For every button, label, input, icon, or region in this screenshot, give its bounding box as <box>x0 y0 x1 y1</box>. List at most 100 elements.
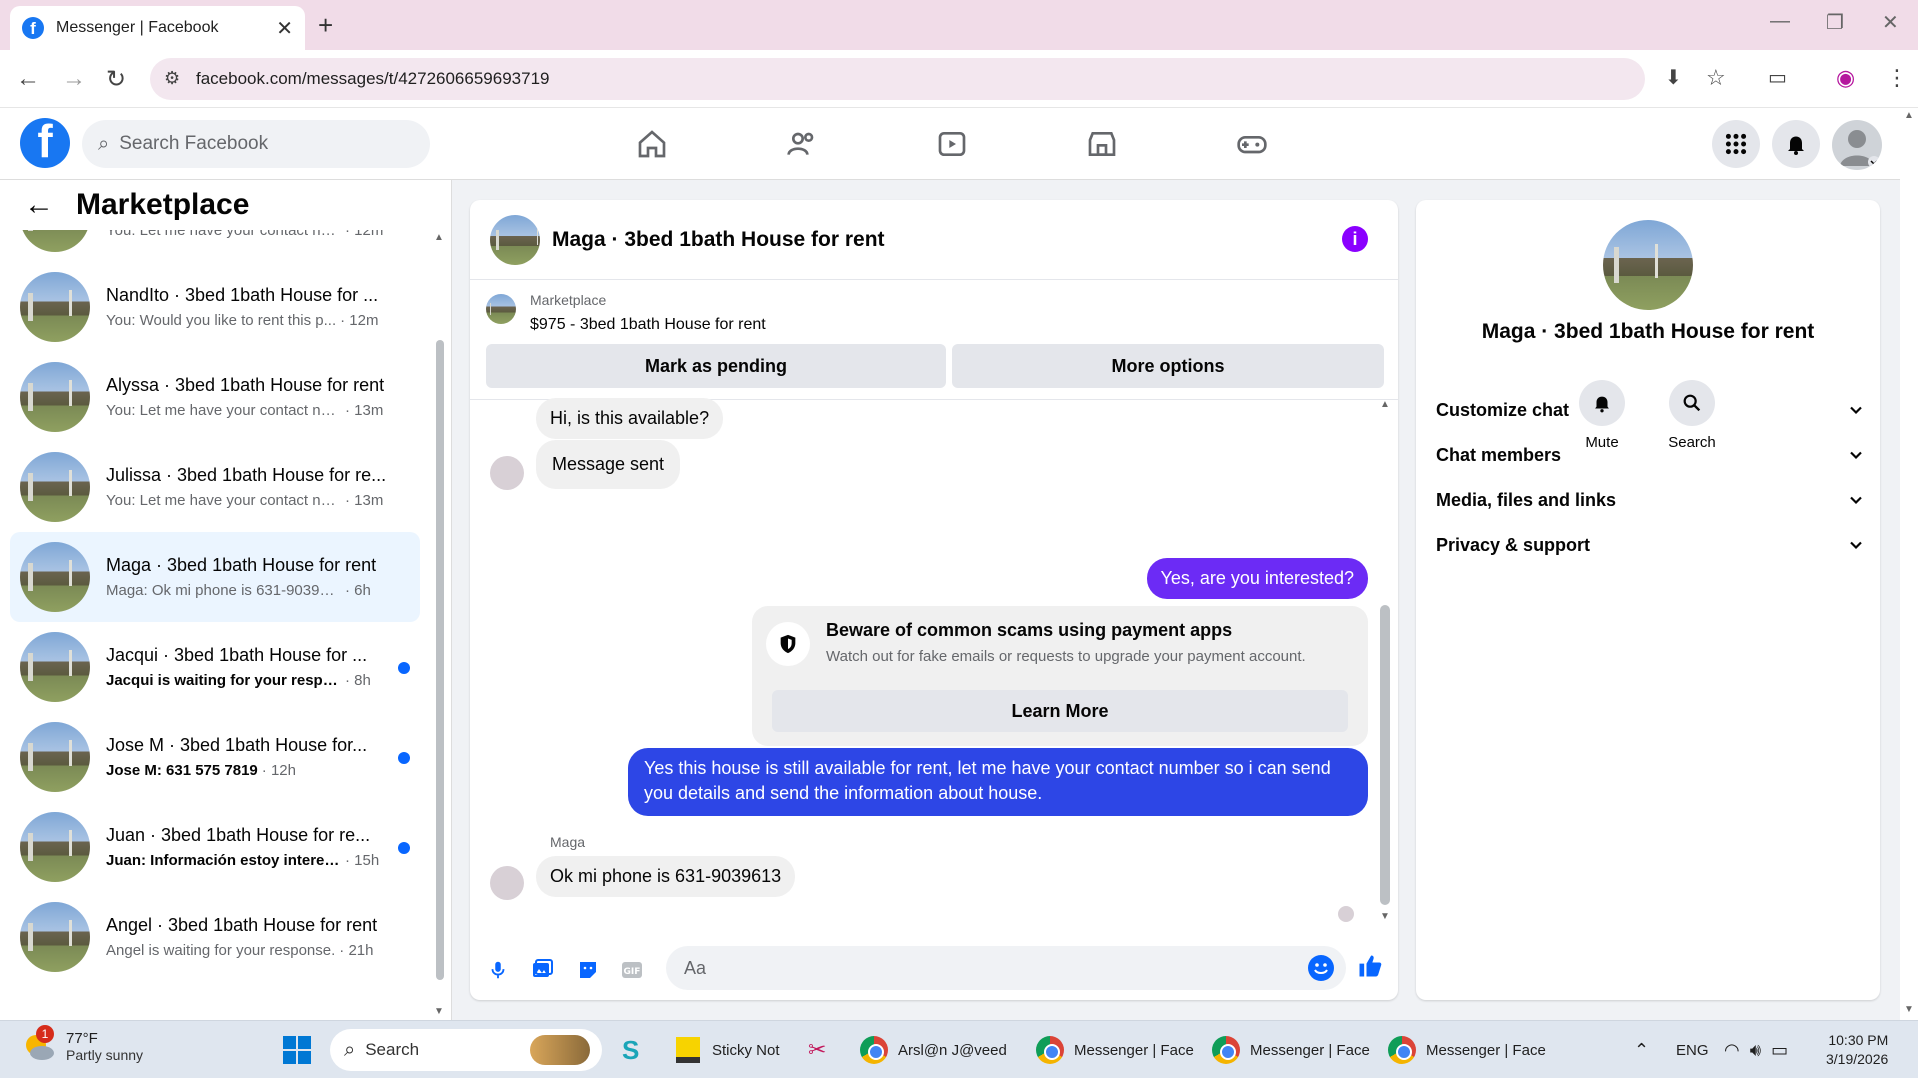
close-tab-icon[interactable]: ✕ <box>276 16 293 41</box>
clock[interactable]: 10:30 PM 3/19/2026 <box>1826 1031 1888 1069</box>
browser-tab[interactable]: f Messenger | Facebook ✕ <box>10 6 305 50</box>
conversation-time: · 8h <box>345 672 371 689</box>
home-icon[interactable] <box>632 126 672 162</box>
tab-search-icon[interactable]: ▭ <box>1768 65 1787 90</box>
minimize-icon[interactable]: — <box>1770 10 1790 33</box>
site-settings-icon[interactable]: ⚙ <box>164 68 180 89</box>
chevron-down-icon <box>1850 496 1862 505</box>
chrome-messenger-window-1[interactable]: Messenger | Face <box>1036 1031 1194 1069</box>
back-icon[interactable]: ← <box>16 65 40 93</box>
microphone-icon[interactable] <box>484 956 512 984</box>
menu-kebab-icon[interactable]: ⋮ <box>1886 65 1908 91</box>
profile-icon[interactable]: ◉ <box>1836 65 1855 91</box>
info-section-media-files-and-links[interactable]: Media, files and links <box>1436 480 1866 520</box>
friends-icon[interactable] <box>782 126 822 162</box>
conversation-avatar <box>20 272 90 342</box>
incoming-message: Ok mi phone is 631-9039613 <box>536 856 796 897</box>
start-button[interactable] <box>282 1031 312 1069</box>
sidebar-scrollbar[interactable]: ▲ ▼ <box>434 232 444 1017</box>
battery-icon[interactable]: ▭ <box>1771 1040 1788 1061</box>
bookmark-star-icon[interactable]: ☆ <box>1706 65 1726 91</box>
weather-widget[interactable]: 1 77°F Partly sunny <box>22 1025 143 1065</box>
unread-dot <box>398 752 410 764</box>
conversation-item[interactable]: Jose M · 3bed 1bath House for... Jose M: … <box>10 712 420 802</box>
conversation-item[interactable]: Maga · 3bed 1bath House for rent Maga: Ok… <box>10 532 420 622</box>
photo-icon[interactable] <box>528 956 556 984</box>
conversation-item[interactable]: Julissa · 3bed 1bath House for re... You:… <box>10 442 420 532</box>
more-options-button[interactable]: More options <box>952 344 1384 388</box>
mark-as-pending-button[interactable]: Mark as pending <box>486 344 946 388</box>
message-input[interactable]: Aa <box>666 946 1346 990</box>
restore-icon[interactable]: ❐ <box>1826 10 1844 35</box>
surfshark-app[interactable]: S <box>622 1031 639 1069</box>
section-label: Customize chat <box>1436 399 1570 420</box>
listing-thumbnail[interactable] <box>486 294 516 324</box>
conversation-preview: Angel is waiting for your response. <box>106 942 336 959</box>
info-section-chat-members[interactable]: Chat members <box>1436 435 1866 475</box>
conversation-item[interactable]: Jacqui · 3bed 1bath House for ... Jacqui … <box>10 622 420 712</box>
show-hidden-icons[interactable]: ⌃ <box>1634 1031 1649 1069</box>
chrome-profile-window[interactable]: Arsl@n J@veed <box>860 1031 1007 1069</box>
video-icon[interactable] <box>932 126 972 162</box>
new-tab-icon[interactable]: + <box>318 10 333 41</box>
reload-icon[interactable]: ↻ <box>106 65 126 94</box>
incoming-message: Hi, is this available? <box>536 398 724 439</box>
facebook-search-input[interactable]: ⌕ Search Facebook <box>82 120 430 168</box>
conversation-item[interactable]: Angel · 3bed 1bath House for rent Angel i… <box>10 892 420 982</box>
snipping-tool-app[interactable]: ✂ <box>808 1031 826 1069</box>
conversation-item[interactable]: Juan · 3bed 1bath House for re... Juan: I… <box>10 802 420 892</box>
sidebar-scroll-thumb[interactable] <box>436 340 444 980</box>
conversation-name: Jose M · 3bed 1bath House for... <box>106 735 368 755</box>
conversation-time: · 15h <box>345 852 380 869</box>
account-avatar[interactable] <box>1832 120 1882 170</box>
sticky-notes-app[interactable]: Sticky Not <box>676 1031 780 1069</box>
chat-title[interactable]: Maga · 3bed 1bath House for rent <box>552 228 885 252</box>
back-arrow-icon[interactable]: ← <box>24 188 54 222</box>
forward-icon[interactable]: → <box>62 65 86 93</box>
sender-name: Maga <box>550 834 586 850</box>
chat-scroll-thumb[interactable] <box>1380 605 1390 905</box>
thumbs-up-icon[interactable] <box>1356 952 1384 980</box>
install-app-icon[interactable]: ⬇ <box>1665 65 1682 90</box>
url-field[interactable]: ⚙ facebook.com/messages/t/42726066596937… <box>150 58 1645 100</box>
conversation-item[interactable]: NandIto · 3bed 1bath House for ... You: W… <box>10 262 420 352</box>
info-section-customize-chat[interactable]: Customize chat <box>1436 390 1866 430</box>
page-scrollbar[interactable]: ▲ ▼ <box>1900 108 1918 1020</box>
info-section-privacy-support[interactable]: Privacy & support <box>1436 525 1866 565</box>
system-tray[interactable]: ◠ 🔊︎ ▭ <box>1724 1031 1788 1069</box>
notifications-bell-icon[interactable] <box>1772 120 1820 168</box>
menu-grid-icon[interactable] <box>1712 120 1760 168</box>
wifi-icon[interactable]: ◠ <box>1724 1040 1740 1061</box>
chrome-messenger-window-3[interactable]: Messenger | Face <box>1388 1031 1546 1069</box>
conversation-item[interactable]: Alyssa · 3bed 1bath House for rent You: L… <box>10 352 420 442</box>
marketplace-icon[interactable] <box>1082 126 1122 162</box>
emoji-icon[interactable] <box>1308 955 1334 981</box>
volume-icon[interactable]: 🔊︎ <box>1750 1040 1761 1061</box>
chat-header: Maga · 3bed 1bath House for rent i <box>470 200 1398 280</box>
language-indicator[interactable]: ENG <box>1676 1031 1709 1069</box>
conversation-avatar <box>20 722 90 792</box>
shield-icon <box>766 622 810 666</box>
gaming-icon[interactable] <box>1232 126 1272 162</box>
marketplace-listing-bar: Marketplace $975 - 3bed 1bath House for … <box>470 280 1398 400</box>
conversation-time: · 21h <box>339 942 374 959</box>
info-icon[interactable]: i <box>1342 226 1368 252</box>
sticker-icon[interactable] <box>574 956 602 984</box>
chrome-icon <box>1212 1036 1240 1064</box>
gif-icon[interactable]: GIF <box>618 956 646 984</box>
scam-warning-card: Beware of common scams using payment app… <box>752 606 1368 746</box>
facebook-logo-icon[interactable]: f <box>20 118 70 168</box>
taskbar-search[interactable]: ⌕ Search <box>330 1029 602 1071</box>
warning-title: Beware of common scams using payment app… <box>826 620 1233 640</box>
sticky-notes-icon <box>676 1037 700 1063</box>
chat-avatar[interactable] <box>490 214 540 265</box>
learn-more-button[interactable]: Learn More <box>772 690 1348 732</box>
messenger-window-label: Messenger | Face <box>1074 1041 1194 1059</box>
profile-picture[interactable] <box>1603 220 1693 310</box>
close-window-icon[interactable]: ✕ <box>1882 10 1899 35</box>
chat-scrollbar[interactable]: ▲ ▼ <box>1380 399 1390 925</box>
listing-title[interactable]: $975 - 3bed 1bath House for rent <box>530 316 766 334</box>
chrome-messenger-window-2[interactable]: Messenger | Face <box>1212 1031 1370 1069</box>
conversation-avatar <box>20 362 90 432</box>
conversation-sidebar: ← Marketplace Silvia · 3bed 1bath House … <box>0 180 452 1020</box>
